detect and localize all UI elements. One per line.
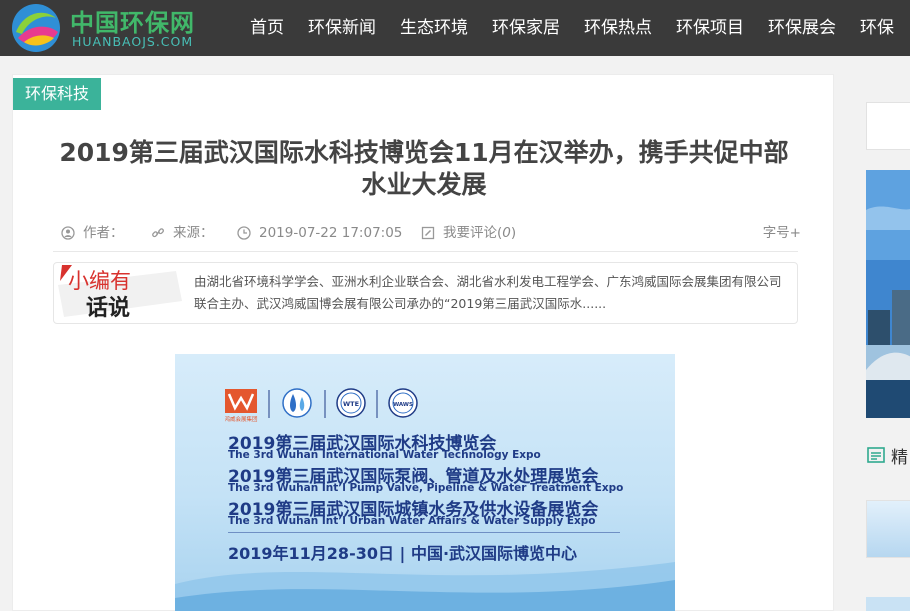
sidebar-thumb-2[interactable] [866, 597, 910, 611]
main-nav: 首页 环保新闻 生态环境 环保家居 环保热点 环保项目 环保展会 环保 [238, 0, 906, 56]
nav-item-hot[interactable]: 环保热点 [572, 0, 664, 56]
poster-line-2-en: The 3rd Wuhan Int’l Pump Valve, Pipeline… [228, 482, 624, 494]
meta-author: 作者： [61, 223, 124, 243]
article-title: 2019第三届武汉国际水科技博览会11月在汉举办，携手共促中部水业大发展 [59, 138, 789, 199]
poster-wave-decoration [175, 562, 675, 611]
sidebar-search-box[interactable] [866, 102, 910, 150]
featured-section-title: 精 [891, 448, 908, 468]
user-icon [61, 226, 75, 240]
meta-datetime: 2019-07-22 17:07:05 [237, 223, 402, 243]
meta-source: 来源： [151, 223, 214, 243]
comment-link[interactable]: 我要评论(0) [421, 223, 516, 243]
nav-item-ecology[interactable]: 生态环境 [388, 0, 480, 56]
author-label: 作者： [83, 225, 124, 241]
source-label: 来源： [173, 225, 214, 241]
nav-item-expo[interactable]: 环保展会 [756, 0, 848, 56]
poster-rule [228, 532, 620, 533]
comment-label: 我要评论( [443, 225, 503, 241]
featured-section-icon [867, 447, 885, 463]
nav-item-projects[interactable]: 环保项目 [664, 0, 756, 56]
city-photo-icon [866, 170, 910, 418]
site-logo-domain[interactable]: HUANBAOJS.COM [72, 34, 193, 49]
waws-badge-text: WAWS [393, 402, 413, 408]
meta-divider [53, 251, 798, 252]
sidebar-banner-image[interactable] [866, 170, 910, 418]
article-card: 环保科技 2019第三届武汉国际水科技博览会11月在汉举办，携手共促中部水业大发… [12, 74, 834, 611]
nav-item-more[interactable]: 环保 [848, 0, 906, 56]
summary-text: 由湖北省环境科学学会、亚洲水利企业联合会、湖北省水利发电工程学会、广东鸿威国际会… [194, 274, 782, 311]
font-size-button[interactable]: 字号+ [763, 223, 801, 243]
hongwei-logo-caption: 鸿威会展集团 [225, 415, 258, 423]
hongwei-logo-icon [225, 389, 257, 413]
site-logo-name[interactable]: 中国环保网 [70, 3, 195, 38]
edit-icon [421, 226, 435, 240]
poster-line-3-en: The 3rd Wuhan Int’l Urban Water Affairs … [228, 515, 596, 527]
poster-line-1-en: The 3rd Wuhan International Water Techno… [228, 449, 541, 461]
badge-line-2: 话说 [86, 296, 131, 321]
poster-logos: 鸿威会展集团 WTE WAWS [225, 388, 418, 423]
article-meta: 作者： 来源： 2019-07-22 17:07:05 我要评论(0) 字号+ [61, 223, 801, 243]
nav-item-news[interactable]: 环保新闻 [296, 0, 388, 56]
category-tag[interactable]: 环保科技 [13, 78, 102, 110]
link-icon [152, 228, 164, 238]
nav-item-home[interactable]: 首页 [238, 0, 296, 56]
clock-icon [237, 226, 251, 240]
editor-summary: 小编有 话说 由湖北省环境科学学会、亚洲水利企业联合会、湖北省水利发电工程学会、… [53, 262, 798, 324]
water-drop-icon [282, 388, 312, 418]
sidebar-thumb-1[interactable] [866, 500, 910, 558]
publish-datetime: 2019-07-22 17:07:05 [259, 225, 403, 241]
wte-badge-text: WTE [343, 400, 359, 408]
site-header: 中国环保网 HUANBAOJS.COM 首页 环保新闻 生态环境 环保家居 环保… [0, 0, 910, 56]
comment-close: ) [510, 225, 517, 241]
nav-item-home-living[interactable]: 环保家居 [480, 0, 572, 56]
expo-poster-image: 鸿威会展集团 WTE WAWS 2019第三届武汉国际水科技博览会 The 3r… [175, 354, 675, 611]
editor-badge: 小编有 话说 [58, 265, 182, 321]
site-logo-icon[interactable] [10, 2, 62, 54]
comment-count: 0 [502, 225, 511, 241]
